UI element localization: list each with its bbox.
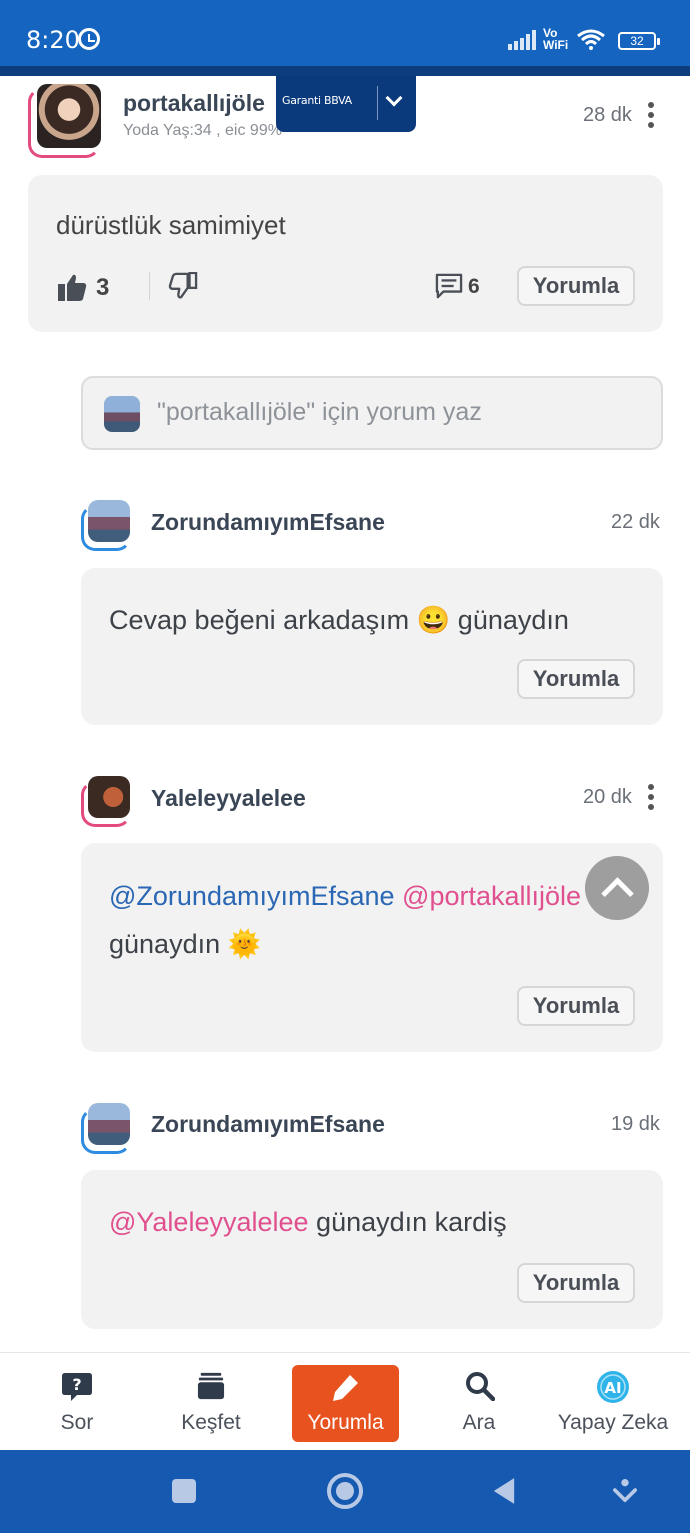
more-options-icon[interactable] <box>648 102 654 132</box>
reply-text: @Yaleleyyalelee günaydın kardiş <box>109 1198 507 1246</box>
reply-button[interactable]: Yorumla <box>517 1263 635 1303</box>
battery-icon: 32 <box>618 32 660 50</box>
reply-avatar[interactable] <box>88 1103 130 1145</box>
stack-icon <box>197 1372 225 1400</box>
svg-text:?: ? <box>72 1375 81 1394</box>
reply-username[interactable]: ZorundamıyımEfsane <box>151 1111 385 1138</box>
nav-label: Sor <box>60 1411 94 1434</box>
comment-icon[interactable] <box>434 273 464 299</box>
reply-text: Cevap beğeni arkadaşım 😀 günaydın <box>109 605 569 635</box>
reply-avatar[interactable] <box>88 500 130 542</box>
search-icon <box>466 1372 495 1401</box>
recents-button[interactable] <box>172 1479 196 1503</box>
nav-label: Ara <box>462 1411 496 1434</box>
reply-button[interactable]: Yorumla <box>517 659 635 699</box>
post-card <box>28 175 663 332</box>
mention-link[interactable]: @portakallıjöle <box>402 881 581 911</box>
reply-time: 20 dk <box>583 786 632 808</box>
status-bar: 8:20 Vo WiFi 32 <box>0 0 690 66</box>
chevron-down-icon[interactable] <box>385 89 403 107</box>
ad-banner[interactable]: Garanti BBVA <box>276 76 416 132</box>
system-nav-bar <box>0 1450 690 1533</box>
nav-label: Keşfet <box>181 1411 241 1434</box>
signal-icon <box>508 30 538 50</box>
reply-body: günaydın kardiş <box>316 1207 507 1237</box>
reply-username[interactable]: ZorundamıyımEfsane <box>151 509 385 536</box>
reply-time: 19 dk <box>611 1113 660 1135</box>
post-time: 28 dk <box>583 104 632 126</box>
alarm-icon <box>78 28 100 50</box>
thumbs-up-icon[interactable] <box>56 272 88 302</box>
like-count: 3 <box>96 274 110 301</box>
reply-card <box>81 568 663 725</box>
reply-body: günaydın 🌞 <box>109 929 262 959</box>
reply-time: 22 dk <box>611 511 660 533</box>
post-username[interactable]: portakallıjöle <box>123 90 265 117</box>
header-strip <box>0 66 690 76</box>
nav-label: Yapay Zeka <box>557 1411 669 1434</box>
comment-count: 6 <box>468 275 480 298</box>
question-bubble-icon: ? <box>62 1373 92 1401</box>
pencil-icon <box>333 1375 358 1401</box>
avatar[interactable] <box>37 84 101 148</box>
ai-icon: AI <box>597 1371 629 1403</box>
nav-label: Yorumla <box>307 1411 384 1434</box>
nav-item-ara[interactable]: Ara <box>429 1353 529 1451</box>
chevron-down-icon[interactable] <box>613 1477 637 1505</box>
reply-avatar[interactable] <box>88 776 130 818</box>
scroll-to-top-button[interactable] <box>585 856 649 920</box>
my-avatar <box>104 396 140 432</box>
post-text: dürüstlük samimiyet <box>56 210 286 240</box>
bottom-nav: ? Sor Keşfet Yorumla Ara AI Yapay Zeka <box>0 1352 690 1450</box>
back-button[interactable] <box>492 1477 516 1505</box>
mention-link[interactable]: @Yaleleyyalelee <box>109 1207 309 1237</box>
thumbs-down-icon[interactable] <box>168 272 198 300</box>
status-time: 8:20 <box>26 26 80 54</box>
vote-divider <box>149 272 150 300</box>
ad-brand-logo: Garanti BBVA <box>282 94 352 107</box>
reply-username[interactable]: Yaleleyyalelee <box>151 785 306 812</box>
vowifi-indicator: Vo WiFi <box>543 26 569 52</box>
wifi-icon <box>577 29 605 50</box>
post-user-subtitle: Yoda Yaş:34 , eic 99% <box>123 122 282 139</box>
reply-card <box>81 1170 663 1329</box>
reply-button[interactable]: Yorumla <box>517 986 635 1026</box>
ad-separator <box>377 86 378 120</box>
more-options-icon[interactable] <box>648 784 654 814</box>
comment-placeholder: "portakallıjöle" için yorum yaz <box>157 398 482 426</box>
comment-input[interactable]: "portakallıjöle" için yorum yaz <box>81 376 663 450</box>
svg-text:AI: AI <box>604 1379 621 1397</box>
home-button[interactable] <box>327 1473 363 1509</box>
reply-text: @ZorundamıyımEfsane @portakallıjöle güna… <box>109 872 581 968</box>
nav-item-kesfet[interactable]: Keşfet <box>161 1353 261 1451</box>
nav-item-yorumla[interactable]: Yorumla <box>292 1365 399 1442</box>
nav-item-sor[interactable]: ? Sor <box>27 1353 127 1451</box>
post-reply-button[interactable]: Yorumla <box>517 266 635 306</box>
nav-item-yapay-zeka[interactable]: AI Yapay Zeka <box>553 1353 673 1451</box>
mention-link[interactable]: @ZorundamıyımEfsane <box>109 881 395 911</box>
